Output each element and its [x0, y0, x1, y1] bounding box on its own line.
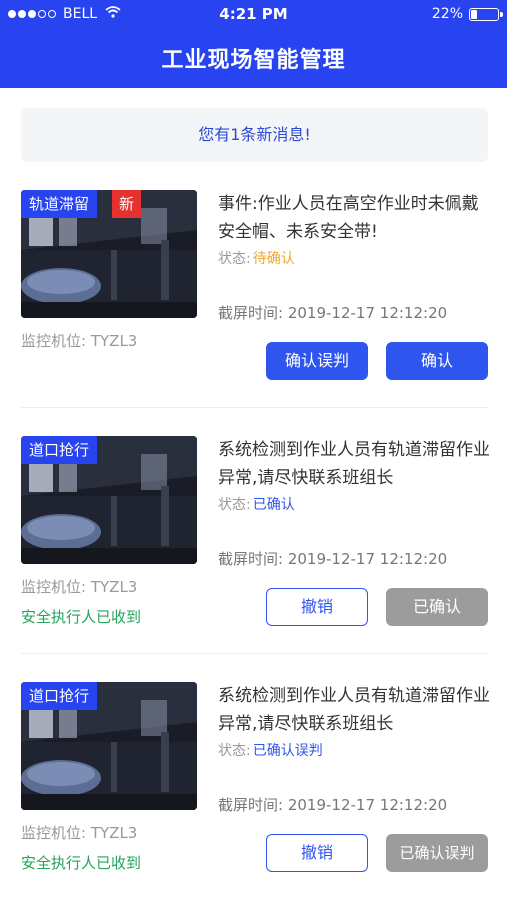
alert-type-tag: 道口抢行 [21, 682, 98, 710]
status-row: 状态: 已确认 [218, 494, 295, 514]
camera-value: TYZL3 [90, 578, 138, 596]
status-row: 状态: 已确认误判 [218, 740, 323, 760]
receipt-status: 安全执行人已收到 [21, 608, 142, 626]
screenshot-time-row: 截屏时间: 2019-12-17 12:12:20 [218, 302, 447, 323]
page-title: 工业现场智能管理 [161, 48, 346, 73]
battery-info: 22% [431, 6, 503, 22]
camera-row: 监控机位: TYZL3 [21, 330, 137, 351]
alert-card[interactable]: 轨道滞留 新 事件:作业人员在高空作业时未佩戴安全帽、未系安全带! 状态: 待确认… [0, 190, 507, 436]
alert-card[interactable]: 道口抢行 系统检测到作业人员有轨道滞留作业异常,请尽快联系班组长 状态: 已确认误… [0, 682, 507, 900]
confirm-misjudge-button[interactable]: 确认误判 [266, 342, 368, 380]
time-value: 2019-12-17 12:12:20 [287, 796, 448, 814]
screenshot-time-row: 截屏时间: 2019-12-17 12:12:20 [218, 794, 447, 815]
alert-card[interactable]: 道口抢行 系统检测到作业人员有轨道滞留作业异常,请尽快联系班组长 状态: 已确认 … [0, 436, 507, 682]
time-value: 2019-12-17 12:12:20 [287, 550, 448, 568]
status-value: 待确认 [252, 251, 295, 267]
time-label: 截屏时间: [218, 796, 284, 814]
camera-row: 监控机位: TYZL3 [21, 576, 137, 597]
time-label: 截屏时间: [218, 550, 284, 568]
status-label: 状态: [218, 251, 251, 267]
divider [21, 653, 488, 654]
time-value: 2019-12-17 12:12:20 [287, 304, 448, 322]
event-description: 系统检测到作业人员有轨道滞留作业异常,请尽快联系班组长 [218, 440, 490, 488]
status-value: 已确认误判 [252, 743, 323, 759]
surveillance-thumbnail[interactable]: 道口抢行 [21, 682, 197, 810]
camera-label: 监控机位: [21, 578, 87, 596]
receipt-status: 安全执行人已收到 [21, 854, 142, 872]
confirmed-misjudge-button: 已确认误判 [386, 834, 488, 872]
status-value: 已确认 [252, 497, 295, 513]
time-label: 截屏时间: [218, 304, 284, 322]
app-header: BELL 4:21 PM 22% 工业现场智能管理 [0, 0, 507, 88]
event-description: 系统检测到作业人员有轨道滞留作业异常,请尽快联系班组长 [218, 686, 490, 734]
camera-label: 监控机位: [21, 332, 87, 350]
surveillance-thumbnail[interactable]: 轨道滞留 新 [21, 190, 197, 318]
battery-icon [469, 7, 503, 21]
event-description: 事件:作业人员在高空作业时未佩戴安全帽、未系安全带! [218, 194, 479, 242]
status-label: 状态: [218, 743, 251, 759]
alert-type-tag: 道口抢行 [21, 436, 98, 464]
alert-type-tag: 轨道滞留 [21, 190, 98, 218]
surveillance-thumbnail[interactable]: 道口抢行 [21, 436, 197, 564]
new-message-banner[interactable]: 您有1条新消息! [21, 108, 488, 162]
camera-label: 监控机位: [21, 824, 87, 842]
status-bar: BELL 4:21 PM 22% [0, 0, 507, 30]
new-badge: 新 [112, 190, 141, 218]
confirm-button[interactable]: 确认 [386, 342, 488, 380]
divider [21, 407, 488, 408]
battery-percent: 22% [431, 6, 463, 22]
camera-value: TYZL3 [90, 332, 138, 350]
status-row: 状态: 待确认 [218, 248, 295, 268]
revoke-button[interactable]: 撤销 [266, 834, 368, 872]
screenshot-time-row: 截屏时间: 2019-12-17 12:12:20 [218, 548, 447, 569]
camera-row: 监控机位: TYZL3 [21, 822, 137, 843]
status-label: 状态: [218, 497, 251, 513]
camera-value: TYZL3 [90, 824, 138, 842]
revoke-button[interactable]: 撤销 [266, 588, 368, 626]
confirmed-button: 已确认 [386, 588, 488, 626]
